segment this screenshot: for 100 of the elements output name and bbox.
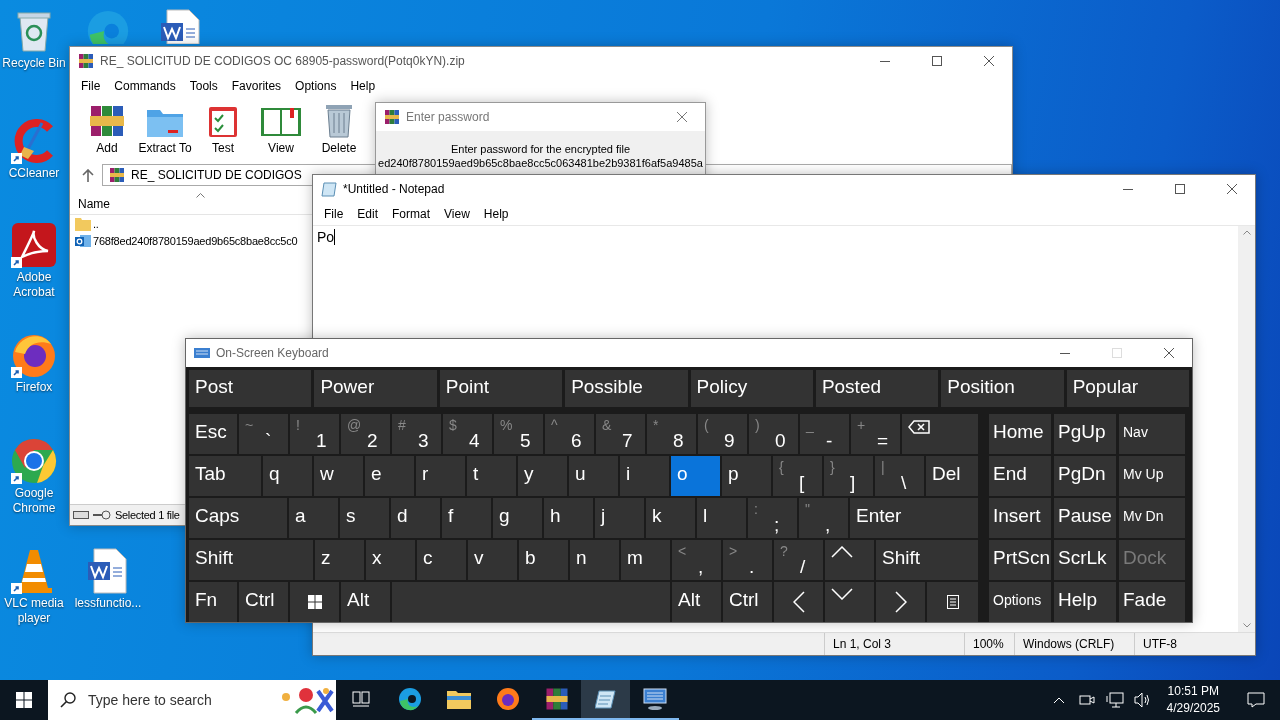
keyboard-key[interactable]: q <box>263 456 312 496</box>
keyboard-key[interactable]: z <box>315 540 364 580</box>
menu-item[interactable]: File <box>74 77 108 95</box>
keyboard-key[interactable]: a <box>289 498 338 538</box>
keyboard-key[interactable]: Ctrl <box>239 582 288 622</box>
keyboard-key[interactable]: ? / <box>774 540 823 580</box>
desktop-shortcut[interactable]: Firefox <box>0 332 68 395</box>
keyboard-key[interactable]: ^ 6 <box>545 414 594 454</box>
keyboard-key[interactable]: End <box>989 456 1051 496</box>
keyboard-key[interactable]: d <box>391 498 440 538</box>
keyboard-key[interactable]: < , <box>672 540 721 580</box>
word-suggestion[interactable]: Possible <box>565 370 688 407</box>
menu-item[interactable]: Options <box>288 77 344 95</box>
column-header[interactable]: Name <box>78 196 110 211</box>
keyboard-key[interactable]: ! 1 <box>290 414 339 454</box>
keyboard-key[interactable]: t <box>467 456 516 496</box>
keyboard-key[interactable]: PgUp <box>1054 414 1116 454</box>
keyboard-key[interactable] <box>927 582 978 622</box>
keyboard-key[interactable]: u <box>569 456 618 496</box>
keyboard-key[interactable]: r <box>416 456 465 496</box>
keyboard-key[interactable]: Pause <box>1054 498 1116 538</box>
word-suggestion[interactable]: Posted <box>815 370 939 407</box>
keyboard-key[interactable]: o <box>671 456 720 496</box>
keyboard-key[interactable]: y <box>518 456 567 496</box>
keyboard-key[interactable]: # 3 <box>392 414 441 454</box>
word-suggestion[interactable]: Power <box>314 370 437 407</box>
keyboard-key[interactable]: & 7 <box>596 414 645 454</box>
keyboard-key[interactable]: Nav <box>1119 414 1185 454</box>
desktop-shortcut[interactable]: Recycle Bin <box>0 8 68 71</box>
desktop-shortcut[interactable]: Adobe Acrobat <box>0 222 68 300</box>
keyboard-key[interactable]: l <box>697 498 746 538</box>
word-suggestion[interactable]: Policy <box>690 370 813 407</box>
keyboard-key[interactable]: Alt <box>341 582 390 622</box>
keyboard-key[interactable]: | \ <box>875 456 924 496</box>
menu-item[interactable]: File <box>317 205 351 223</box>
word-suggestion[interactable]: Point <box>439 370 563 407</box>
keyboard-key[interactable]: Help <box>1054 582 1116 622</box>
taskbar-app-button[interactable] <box>581 680 630 720</box>
menu-item[interactable]: Commands <box>107 77 183 95</box>
clock[interactable]: 10:51 PM 4/29/2025 <box>1158 683 1228 717</box>
keyboard-key[interactable]: p <box>722 456 771 496</box>
keyboard-key[interactable]: h <box>544 498 593 538</box>
keyboard-key[interactable]: Ctrl <box>723 582 772 622</box>
keyboard-key[interactable] <box>290 582 339 622</box>
keyboard-key[interactable]: Fn <box>189 582 237 622</box>
keyboard-key[interactable]: i <box>620 456 669 496</box>
keyboard-key[interactable]: : ; <box>748 498 797 538</box>
keyboard-key[interactable]: w <box>314 456 363 496</box>
search-bar[interactable]: Type here to search <box>48 680 336 720</box>
keyboard-key[interactable]: PrtScn <box>989 540 1051 580</box>
keyboard-key[interactable]: _ - <box>800 414 849 454</box>
keyboard-key[interactable]: b <box>519 540 568 580</box>
keyboard-key[interactable]: * 8 <box>647 414 696 454</box>
keyboard-key[interactable]: g <box>493 498 542 538</box>
file-name[interactable]: 768f8ed240f8780159aed9b65c8bae8cc5c0 <box>93 234 298 247</box>
menu-item[interactable]: Favorites <box>224 77 289 95</box>
toolbar-button[interactable]: Add <box>78 99 136 155</box>
vertical-scrollbar[interactable] <box>1238 226 1255 632</box>
toolbar-button[interactable]: View <box>252 99 310 155</box>
keyboard-key[interactable]: v <box>468 540 517 580</box>
keyboard-key[interactable]: Insert <box>989 498 1051 538</box>
file-name[interactable]: .. <box>93 217 99 230</box>
desktop-shortcut[interactable]: VLC media player <box>0 548 68 626</box>
desktop-shortcut[interactable]: lessfunctio... <box>74 548 142 611</box>
keyboard-key[interactable]: " , <box>799 498 848 538</box>
desktop-shortcut[interactable]: Google Chrome <box>0 438 68 516</box>
keyboard-key[interactable]: Shift <box>189 540 313 580</box>
keyboard-key[interactable]: n <box>570 540 619 580</box>
keyboard-key[interactable]: + = <box>851 414 900 454</box>
keyboard-key[interactable]: Home <box>989 414 1051 454</box>
keyboard-key[interactable] <box>825 540 874 580</box>
keyboard-key[interactable]: Mv Up <box>1119 456 1185 496</box>
keyboard-key[interactable]: Options <box>989 582 1051 622</box>
keyboard-key[interactable]: s <box>340 498 389 538</box>
toolbar-button[interactable]: Test <box>194 99 252 155</box>
keyboard-key[interactable] <box>902 414 978 454</box>
toolbar-button[interactable]: Extract To <box>136 99 194 155</box>
keyboard-key[interactable]: Del <box>926 456 978 496</box>
keyboard-key[interactable]: PgDn <box>1054 456 1116 496</box>
keyboard-key[interactable]: > . <box>723 540 772 580</box>
desktop-shortcut[interactable]: CCleaner <box>0 118 68 181</box>
keyboard-key[interactable]: x <box>366 540 415 580</box>
keyboard-key[interactable]: j <box>595 498 644 538</box>
keyboard-key[interactable]: k <box>646 498 695 538</box>
keyboard-key[interactable]: { [ <box>773 456 822 496</box>
keyboard-key[interactable]: c <box>417 540 466 580</box>
keyboard-key[interactable]: e <box>365 456 414 496</box>
keyboard-key[interactable]: ScrLk <box>1054 540 1116 580</box>
menu-item[interactable]: Tools <box>182 77 225 95</box>
keyboard-key[interactable]: ( 9 <box>698 414 747 454</box>
keyboard-key[interactable]: % 5 <box>494 414 543 454</box>
keyboard-key[interactable]: $ 4 <box>443 414 492 454</box>
keyboard-key[interactable]: Enter <box>850 498 978 538</box>
keyboard-key[interactable]: m <box>621 540 670 580</box>
keyboard-key[interactable]: Shift <box>876 540 978 580</box>
keyboard-key[interactable]: Caps <box>189 498 287 538</box>
keyboard-key[interactable]: ~ ` <box>239 414 288 454</box>
keyboard-key[interactable]: f <box>442 498 491 538</box>
keyboard-key[interactable]: @ 2 <box>341 414 390 454</box>
keyboard-key[interactable]: Mv Dn <box>1119 498 1185 538</box>
